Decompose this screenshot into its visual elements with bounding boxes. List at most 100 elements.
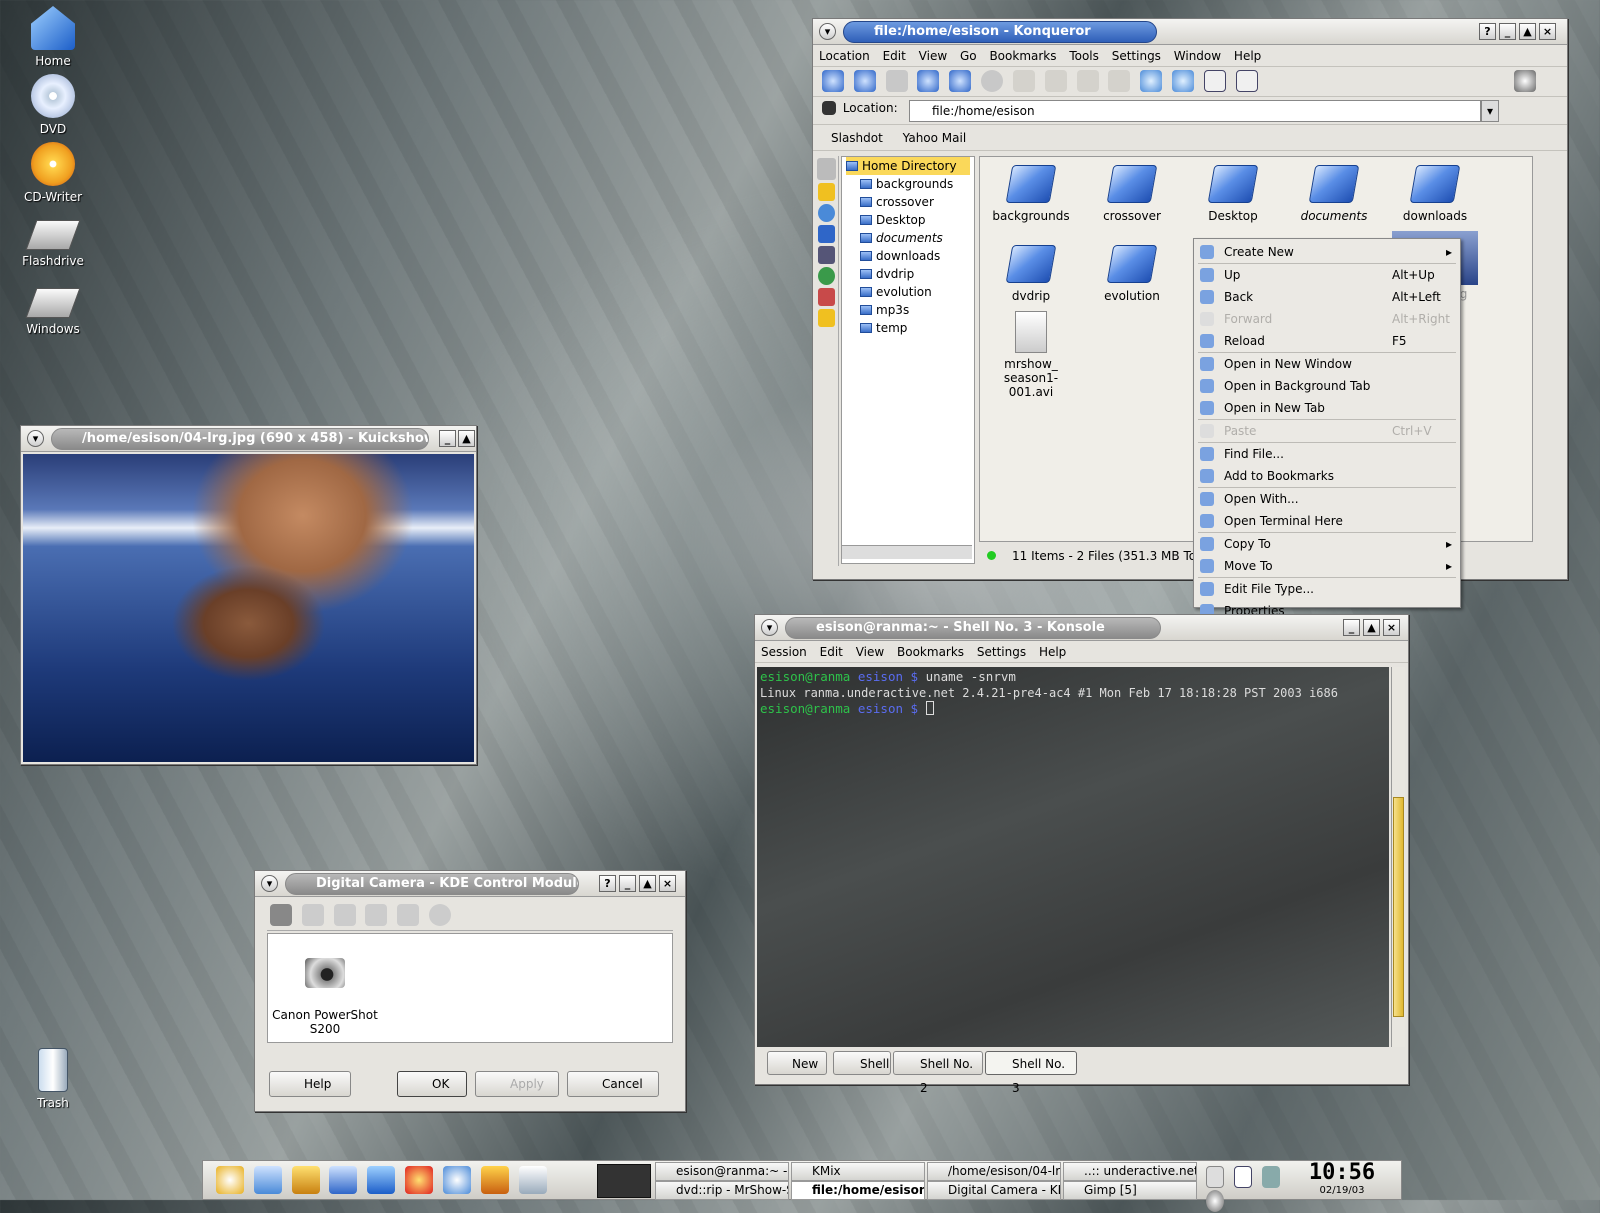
- cancel-icon[interactable]: [429, 904, 452, 926]
- minimize-button[interactable]: _: [439, 430, 456, 447]
- zoom-out-icon[interactable]: [1172, 70, 1195, 92]
- home-icon[interactable]: [367, 1166, 396, 1194]
- ok-button[interactable]: OK: [397, 1071, 467, 1097]
- kcm-titlebar[interactable]: ▾ Digital Camera - KDE Control Module ? …: [255, 871, 685, 897]
- bookmarks-icon[interactable]: [818, 183, 835, 201]
- services-icon[interactable]: [818, 267, 835, 285]
- desktop-icon-cd-writer[interactable]: CD-Writer: [8, 142, 98, 204]
- tree-item[interactable]: mp3s: [846, 301, 974, 319]
- stop-icon[interactable]: [981, 70, 1004, 92]
- camera-item[interactable]: Canon PowerShot S200: [272, 944, 378, 1036]
- tab-shell[interactable]: Shell: [833, 1051, 891, 1075]
- minimize-button[interactable]: _: [619, 875, 636, 892]
- calendar-icon[interactable]: [1233, 1166, 1252, 1188]
- control-center-icon[interactable]: [291, 1166, 320, 1194]
- kde-menu-icon[interactable]: [216, 1166, 244, 1194]
- test-icon[interactable]: [301, 904, 324, 926]
- context-menu-item[interactable]: Open in Background Tab: [1194, 375, 1460, 397]
- menu-tools[interactable]: Tools: [1069, 49, 1099, 63]
- tree-hscrollbar[interactable]: [842, 545, 972, 559]
- menu-edit[interactable]: Edit: [820, 645, 843, 659]
- klipper-icon[interactable]: [1206, 1166, 1224, 1188]
- tree-item[interactable]: temp: [846, 319, 974, 337]
- zoom-in-icon[interactable]: [1140, 70, 1163, 92]
- up-icon[interactable]: [822, 70, 844, 92]
- clear-location-icon[interactable]: [822, 101, 836, 115]
- folder-evolution[interactable]: evolution: [1085, 245, 1179, 303]
- tree-item[interactable]: dvdrip: [846, 265, 974, 283]
- terminal-scrollbar[interactable]: [1391, 667, 1405, 1047]
- editor-icon[interactable]: [253, 1166, 282, 1194]
- task-kmix[interactable]: KMix: [791, 1162, 925, 1181]
- cancel-button[interactable]: Cancel: [567, 1071, 659, 1097]
- download-icon[interactable]: [1206, 1190, 1224, 1212]
- bookmark-slashdot[interactable]: Slashdot: [831, 131, 883, 145]
- task-konqueror[interactable]: file:/home/esison - K: [791, 1181, 925, 1200]
- close-button[interactable]: ×: [1383, 619, 1400, 636]
- menu-location[interactable]: Location: [819, 49, 870, 63]
- context-menu-item[interactable]: Up Alt+Up: [1194, 264, 1460, 286]
- menu-help[interactable]: Help: [1234, 49, 1261, 63]
- menu-window[interactable]: Window: [1174, 49, 1221, 63]
- task-gimp[interactable]: Gimp [5]: [1063, 1181, 1197, 1200]
- close-button[interactable]: ×: [659, 875, 676, 892]
- tree-item[interactable]: Desktop: [846, 211, 974, 229]
- help-button[interactable]: ?: [599, 875, 616, 892]
- office-icon[interactable]: [480, 1166, 509, 1194]
- history-icon[interactable]: [818, 204, 835, 222]
- task-kcm[interactable]: Digital Camera - KD: [927, 1181, 1061, 1200]
- desktop-icon[interactable]: [329, 1166, 358, 1194]
- remove-icon[interactable]: [333, 904, 356, 926]
- window-menu-button[interactable]: ▾: [261, 875, 278, 892]
- star-icon[interactable]: [818, 309, 835, 327]
- context-menu-item[interactable]: Back Alt+Left: [1194, 286, 1460, 308]
- menu-help[interactable]: Help: [1039, 645, 1066, 659]
- tab-shell-2[interactable]: Shell No. 2: [893, 1051, 983, 1095]
- network-icon[interactable]: [442, 1166, 471, 1194]
- context-menu-item[interactable]: Copy To ▸: [1194, 533, 1460, 555]
- terminal-area[interactable]: esison@ranma esison $ uname -snrvm Linux…: [757, 667, 1389, 1047]
- home-icon[interactable]: [818, 225, 835, 243]
- menu-settings[interactable]: Settings: [977, 645, 1026, 659]
- volume-icon[interactable]: [1261, 1166, 1280, 1188]
- cut-icon[interactable]: [1012, 70, 1035, 92]
- print-icon[interactable]: [1108, 70, 1131, 92]
- menu-edit[interactable]: Edit: [883, 49, 906, 63]
- close-button[interactable]: ×: [1539, 23, 1556, 40]
- context-menu-item[interactable]: Reload F5: [1194, 330, 1460, 352]
- context-menu-item[interactable]: Open With...: [1194, 488, 1460, 510]
- back-icon[interactable]: [853, 70, 876, 92]
- news-icon[interactable]: [818, 288, 835, 306]
- network-icon[interactable]: [818, 246, 835, 264]
- menu-settings[interactable]: Settings: [1112, 49, 1161, 63]
- desktop-icon-flashdrive[interactable]: Flashdrive: [8, 212, 98, 268]
- minimize-button[interactable]: _: [1343, 619, 1360, 636]
- desktop-icon-windows[interactable]: Windows: [8, 280, 98, 336]
- task-konsole[interactable]: esison@ranma:~ - Shell: [655, 1162, 789, 1181]
- window-menu-button[interactable]: ▾: [761, 619, 778, 636]
- context-menu-item[interactable]: Open Terminal Here: [1194, 510, 1460, 532]
- folder-crossover[interactable]: crossover: [1085, 165, 1179, 223]
- new-session-button[interactable]: New: [767, 1051, 827, 1075]
- tree-item[interactable]: evolution: [846, 283, 974, 301]
- bookmark-yahoo-mail[interactable]: Yahoo Mail: [903, 131, 967, 145]
- folder-downloads[interactable]: downloads: [1388, 165, 1482, 223]
- location-dropdown-icon[interactable]: ▾: [1481, 100, 1499, 122]
- location-input[interactable]: file:/home/esison: [909, 100, 1481, 122]
- menu-bookmarks[interactable]: Bookmarks: [989, 49, 1056, 63]
- context-menu-item[interactable]: Add to Bookmarks: [1194, 465, 1460, 487]
- icon-view-icon[interactable]: [1203, 70, 1226, 92]
- menu-session[interactable]: Session: [761, 645, 807, 659]
- camera-icon[interactable]: [270, 904, 292, 926]
- info-icon[interactable]: [397, 904, 420, 926]
- star-icon[interactable]: [405, 1166, 434, 1194]
- folder-documents[interactable]: documents: [1287, 165, 1381, 223]
- context-menu-item[interactable]: Edit File Type...: [1194, 578, 1460, 600]
- task-dvdrip[interactable]: dvd::rip - MrShow-S: [655, 1181, 789, 1200]
- maximize-button[interactable]: ▲: [639, 875, 656, 892]
- task-kuickshow[interactable]: /home/esison/04-lrg.jpg: [927, 1162, 1061, 1181]
- help-button[interactable]: Help: [269, 1071, 351, 1097]
- maximize-button[interactable]: ▲: [1363, 619, 1380, 636]
- reload-icon[interactable]: [949, 70, 972, 92]
- desktop-icon-home[interactable]: Home: [8, 6, 98, 68]
